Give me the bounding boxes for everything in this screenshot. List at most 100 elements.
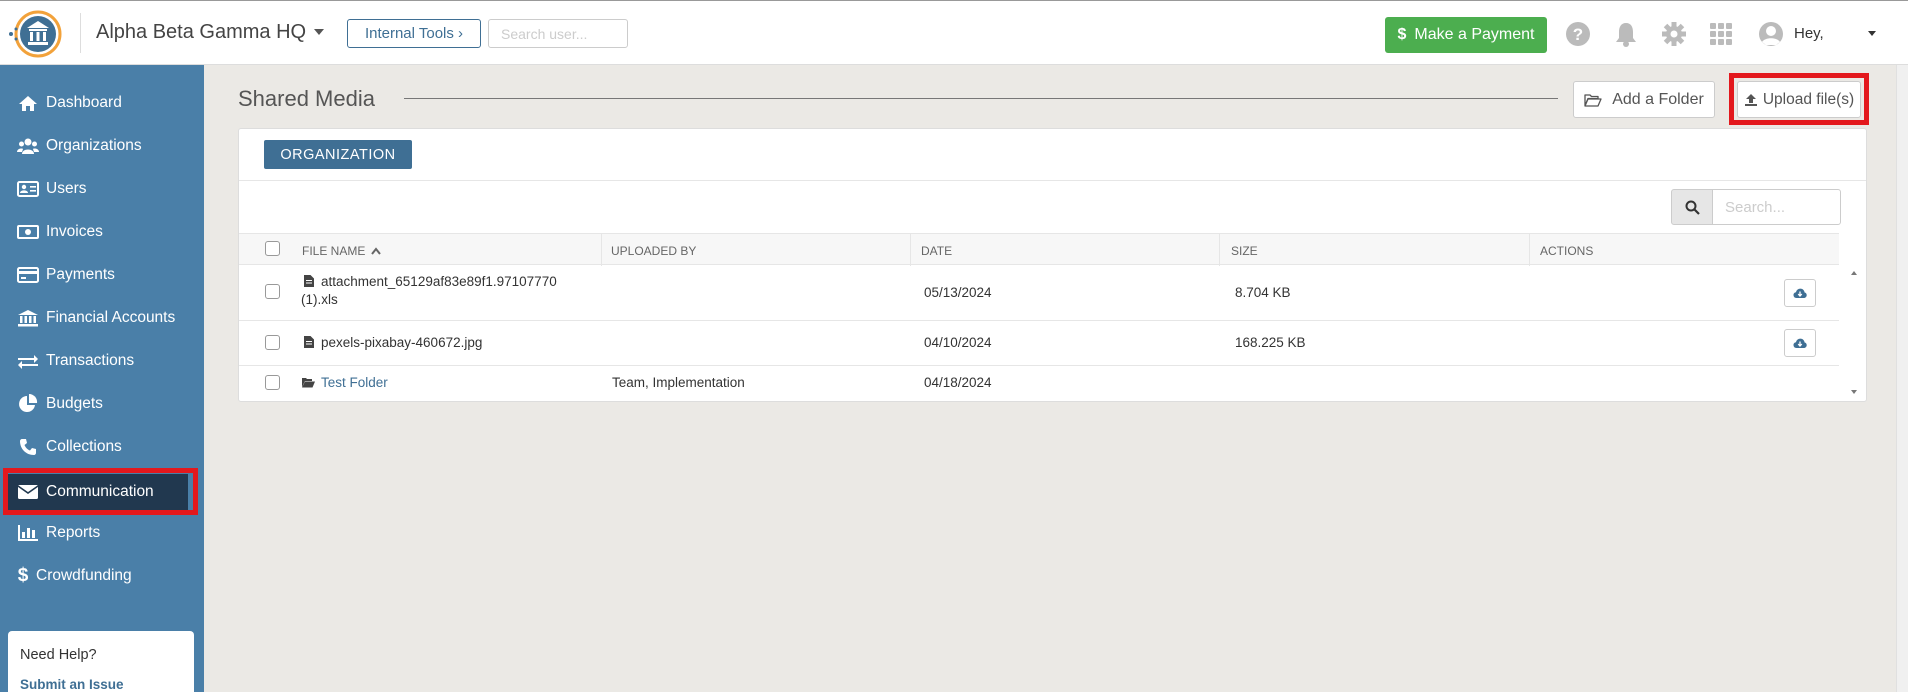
internal-tools-button[interactable]: Internal Tools › [347, 19, 481, 48]
add-folder-button[interactable]: Add a Folder [1573, 81, 1715, 118]
file-name[interactable]: pexels-pixabay-460672.jpg [321, 335, 482, 350]
sidebar-item-crowdfunding[interactable]: $ Crowdfunding [0, 558, 204, 594]
sidebar-item-users[interactable]: Users [0, 171, 204, 207]
home-icon [16, 93, 40, 113]
sidebar-item-financial-accounts[interactable]: Financial Accounts [0, 300, 204, 336]
sort-up-icon [370, 247, 381, 255]
sidebar-item-budgets[interactable]: Budgets [0, 386, 204, 422]
help-title: Need Help? [20, 647, 97, 663]
file-icon [304, 336, 314, 348]
sidebar-item-organizations[interactable]: Organizations [0, 128, 204, 164]
sidebar-item-label: Collections [46, 438, 122, 455]
cloud-download-icon [1793, 288, 1807, 298]
column-separator [1219, 234, 1220, 266]
svg-text:?: ? [1573, 25, 1583, 44]
user-menu-caret-icon[interactable] [1868, 31, 1876, 36]
cloud-download-icon [1793, 338, 1807, 348]
sidebar-item-reports[interactable]: Reports [0, 515, 204, 551]
sidebar-item-label: Organizations [46, 137, 142, 154]
bar-chart-icon [16, 523, 40, 543]
exchange-icon [16, 351, 40, 371]
sidebar-item-label: Budgets [46, 395, 103, 412]
sidebar-item-label: Invoices [46, 223, 103, 240]
communication-highlight [3, 468, 198, 515]
sidebar-item-label: Dashboard [46, 94, 122, 111]
sidebar-item-payments[interactable]: Payments [0, 257, 204, 293]
bank-icon [16, 308, 40, 328]
help-icon[interactable]: ? [1564, 19, 1592, 49]
download-button[interactable] [1784, 279, 1816, 307]
table-scrollbar[interactable] [1848, 265, 1860, 401]
file-icon [304, 275, 314, 287]
download-button[interactable] [1784, 329, 1816, 357]
column-header-actions: ACTIONS [1540, 244, 1594, 258]
user-greeting[interactable]: Hey, [1794, 25, 1824, 42]
panel-divider [239, 180, 1866, 181]
row-checkbox[interactable] [265, 335, 280, 350]
make-payment-label: Make a Payment [1414, 26, 1535, 43]
select-all-checkbox[interactable] [265, 241, 280, 256]
people-icon [16, 136, 40, 156]
file-date: 05/13/2024 [924, 285, 992, 300]
submit-issue-link[interactable]: Submit an Issue [20, 677, 124, 692]
file-name[interactable]: attachment_65129af83e89f1.97107770 [321, 274, 557, 289]
bank-logo-icon[interactable] [6, 9, 62, 59]
dollar-icon: $ [1397, 26, 1407, 43]
sidebar-item-collections[interactable]: Collections [0, 429, 204, 465]
column-header-date[interactable]: DATE [921, 244, 952, 258]
pie-chart-icon [16, 394, 40, 414]
page-scrollbar[interactable] [1896, 65, 1908, 692]
page-title: Shared Media [238, 86, 375, 111]
column-header-size[interactable]: SIZE [1231, 244, 1258, 258]
table-header: FILE NAME UPLOADED BY DATE SIZE ACTIONS [239, 233, 1839, 266]
uploaded-by: Team, Implementation [612, 375, 745, 390]
folder-open-icon [1584, 93, 1602, 107]
column-header-uploaded-by[interactable]: UPLOADED BY [611, 244, 696, 258]
bell-icon[interactable] [1612, 19, 1640, 49]
id-card-icon [16, 179, 40, 199]
make-payment-button[interactable]: $ Make a Payment [1385, 17, 1547, 53]
header-divider [80, 13, 81, 53]
caret-down-icon[interactable] [314, 29, 324, 35]
folder-name-link[interactable]: Test Folder [321, 375, 388, 390]
search-button[interactable] [1671, 189, 1713, 225]
sidebar-item-label: Reports [46, 524, 101, 541]
search-icon [1685, 200, 1700, 215]
sidebar-item-transactions[interactable]: Transactions [0, 343, 204, 379]
search-user-input[interactable] [488, 19, 628, 48]
column-separator [910, 234, 911, 266]
help-box: Need Help? Submit an Issue [8, 631, 194, 692]
row-checkbox[interactable] [265, 284, 280, 299]
scroll-down-icon[interactable] [1851, 390, 1857, 394]
gear-icon[interactable] [1660, 19, 1688, 49]
dollar-icon: $ [17, 565, 29, 586]
upload-icon [1744, 93, 1757, 106]
sidebar-item-label: Crowdfunding [36, 567, 132, 584]
apps-grid-icon[interactable] [1707, 19, 1735, 49]
search-files-input[interactable] [1712, 189, 1841, 225]
column-header-file-name[interactable]: FILE NAME [302, 244, 381, 258]
phone-icon [16, 437, 40, 457]
file-size: 168.225 KB [1235, 335, 1306, 350]
table-row[interactable]: attachment_65129af83e89f1.97107770 (1).x… [239, 265, 1839, 321]
sidebar-item-dashboard[interactable]: Dashboard [0, 85, 204, 121]
upload-files-label: Upload file(s) [1762, 90, 1855, 108]
sidebar-item-label: Transactions [46, 352, 135, 369]
scroll-up-icon[interactable] [1851, 271, 1857, 275]
money-icon [16, 222, 40, 242]
sidebar-item-label: Payments [46, 266, 115, 283]
folder-open-icon [302, 378, 315, 388]
table-row[interactable]: pexels-pixabay-460672.jpg 04/10/2024 168… [239, 321, 1839, 366]
org-switcher[interactable]: Alpha Beta Gamma HQ [96, 21, 306, 44]
upload-files-button[interactable]: Upload file(s) [1737, 81, 1861, 118]
table-row[interactable]: Test Folder Team, Implementation 04/18/2… [239, 366, 1839, 401]
file-name-continued[interactable]: (1).xls [301, 292, 338, 307]
sidebar-item-invoices[interactable]: Invoices [0, 214, 204, 250]
tab-organization[interactable]: ORGANIZATION [264, 140, 412, 169]
avatar[interactable] [1758, 21, 1784, 47]
row-checkbox[interactable] [265, 375, 280, 390]
file-date: 04/10/2024 [924, 335, 992, 350]
add-folder-label: Add a Folder [1612, 90, 1704, 108]
sidebar-item-label: Financial Accounts [46, 309, 176, 326]
file-size: 8.704 KB [1235, 285, 1291, 300]
